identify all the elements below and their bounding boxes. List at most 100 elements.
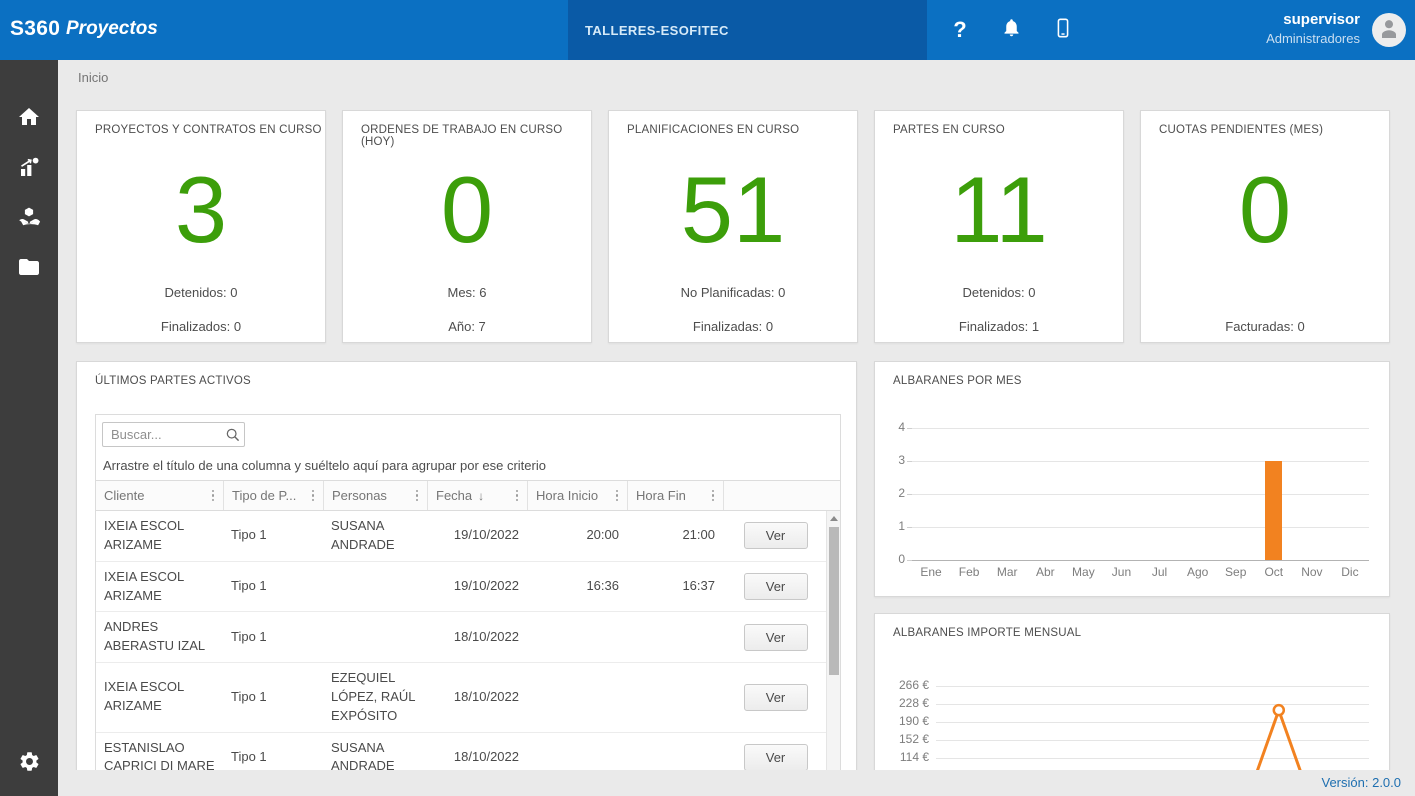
kpi-subline: Finalizados: 0 [77,319,325,334]
kpi-card-partes: PARTES EN CURSO 11 Detenidos: 0 Finaliza… [874,110,1124,343]
bar-chart-axis-tick [907,428,912,429]
cell-tipo: Tipo 1 [223,571,323,602]
scroll-thumb[interactable] [829,527,839,675]
cell-tipo: Tipo 1 [223,622,323,653]
bar-chart: 01234EneFebMarAbrMayJunJulAgoSepOctNovDi… [875,362,1389,596]
ver-button[interactable]: Ver [744,522,808,549]
sidebar-item-services[interactable] [0,194,58,244]
bar-chart-ytick-label: 0 [885,552,905,566]
ver-button[interactable]: Ver [744,624,808,651]
sidebar-item-home[interactable] [0,94,58,144]
kpi-subline: Finalizadas: 0 [609,319,857,334]
top-header: S360 Proyectos TALLERES-ESOFITEC ? super… [0,0,1415,60]
bar-chart-axis-tick [907,527,912,528]
column-header-tipo[interactable]: Tipo de P... [223,481,323,510]
cell-fecha: 18/10/2022 [427,682,527,713]
workspace-selector[interactable]: TALLERES-ESOFITEC [568,0,927,60]
avatar[interactable] [1372,13,1406,47]
bar-chart-month-label: Nov [1293,565,1331,579]
cell-hora-fin: 21:00 [627,520,723,551]
column-header-cliente[interactable]: Cliente [96,481,223,510]
bar-chart-gridline [912,461,1369,462]
column-menu-icon[interactable] [709,487,718,505]
user-block[interactable]: supervisor Administradores [1266,10,1360,47]
table-row: IXEIA ESCOL ARIZAME Tipo 1 EZEQUIEL LÓPE… [96,663,828,733]
table-row: ANDRES ABERASTU IZAL Tipo 1 18/10/2022 V… [96,612,828,663]
kpi-subline: Facturadas: 0 [1141,319,1389,334]
column-menu-icon[interactable] [309,487,318,505]
bar-oct [1265,461,1282,560]
notifications-button[interactable] [989,0,1033,60]
breadcrumb: Inicio [78,70,108,85]
column-menu-icon[interactable] [513,487,522,505]
kpi-card-proyectos: PROYECTOS Y CONTRATOS EN CURSO 3 Detenid… [76,110,326,343]
kpi-title: PLANIFICACIONES EN CURSO [627,124,799,136]
bar-chart-axis-tick [907,560,912,561]
search-icon[interactable] [220,427,244,442]
cell-tipo: Tipo 1 [223,742,323,773]
mobile-phone-icon [1052,16,1074,45]
kpi-card-planificaciones: PLANIFICACIONES EN CURSO 51 No Planifica… [608,110,858,343]
cell-cliente: ANDRES ABERASTU IZAL [96,612,223,662]
sidebar-item-statistics[interactable] [0,144,58,194]
column-header-fecha[interactable]: Fecha ↓ [427,481,527,510]
kpi-value: 11 [875,163,1123,257]
bar-chart-month-label: Dic [1331,565,1369,579]
bar-chart-gridline [912,527,1369,528]
kpi-subline: No Planificadas: 0 [609,285,857,300]
bar-chart-month-label: Sep [1217,565,1255,579]
panel-title: ÚLTIMOS PARTES ACTIVOS [95,375,251,387]
table-row: ESTANISLAO CAPRICI DI MARE Tipo 1 SUSANA… [96,733,828,773]
kpi-title: PROYECTOS Y CONTRATOS EN CURSO [95,124,322,136]
table-scrollbar[interactable] [826,511,840,773]
user-name: supervisor [1266,10,1360,30]
column-menu-icon[interactable] [613,487,622,505]
bar-chart-ytick-label: 3 [885,453,905,467]
sidebar-item-projects[interactable] [0,244,58,294]
column-header-hora-fin[interactable]: Hora Fin [627,481,723,510]
footer-bar: Versión: 2.0.0 [58,770,1415,796]
column-label: Tipo de P... [232,488,309,503]
help-button[interactable]: ? [938,0,982,60]
hands-holding-box-icon [17,205,41,234]
column-menu-icon[interactable] [413,487,422,505]
bar-chart-month-label: May [1064,565,1102,579]
ver-button[interactable]: Ver [744,573,808,600]
cell-fecha: 18/10/2022 [427,742,527,773]
cell-fecha: 19/10/2022 [427,571,527,602]
bar-chart-axis-tick [907,461,912,462]
sort-desc-icon: ↓ [478,489,484,503]
cell-fecha: 18/10/2022 [427,622,527,653]
column-label: Cliente [104,488,209,503]
kpi-title: PARTES EN CURSO [893,124,1005,136]
column-label: Hora Fin [636,488,709,503]
bar-chart-gridline [912,494,1369,495]
mobile-app-button[interactable] [1041,0,1085,60]
sidebar-item-settings[interactable] [0,742,58,786]
main-content: Inicio PROYECTOS Y CONTRATOS EN CURSO 3 … [58,60,1415,796]
cell-personas: EZEQUIEL LÓPEZ, RAÚL EXPÓSITO [323,663,427,732]
line-chart-line [954,710,1351,773]
column-label: Fecha [436,488,472,503]
bar-chart-month-label: Feb [950,565,988,579]
column-header-personas[interactable]: Personas [323,481,427,510]
ver-button[interactable]: Ver [744,684,808,711]
brand-logo: S360 [10,17,60,41]
scroll-up-icon[interactable] [827,511,840,525]
cell-hora-fin: 16:37 [627,571,723,602]
cell-hora-inicio [527,751,627,763]
column-header-hora-inicio[interactable]: Hora Inicio [527,481,627,510]
ver-button[interactable]: Ver [744,744,808,771]
cell-personas [323,581,427,593]
albaranes-importe-panel: ALBARANES IMPORTE MENSUAL 266 €228 €190 … [874,613,1390,773]
line-chart-marker-oct [1274,705,1284,715]
bar-chart-month-label: Abr [1026,565,1064,579]
grid-header-row: Cliente Tipo de P... Personas Fecha ↓ [96,480,841,511]
albaranes-mes-panel: ALBARANES POR MES 01234EneFebMarAbrMayJu… [874,361,1390,597]
bar-chart-month-label: Jun [1102,565,1140,579]
bar-chart-month-label: Jul [1141,565,1179,579]
folder-icon [17,255,41,284]
cell-hora-fin [627,751,723,763]
search-input[interactable] [103,427,220,442]
column-menu-icon[interactable] [209,487,218,505]
